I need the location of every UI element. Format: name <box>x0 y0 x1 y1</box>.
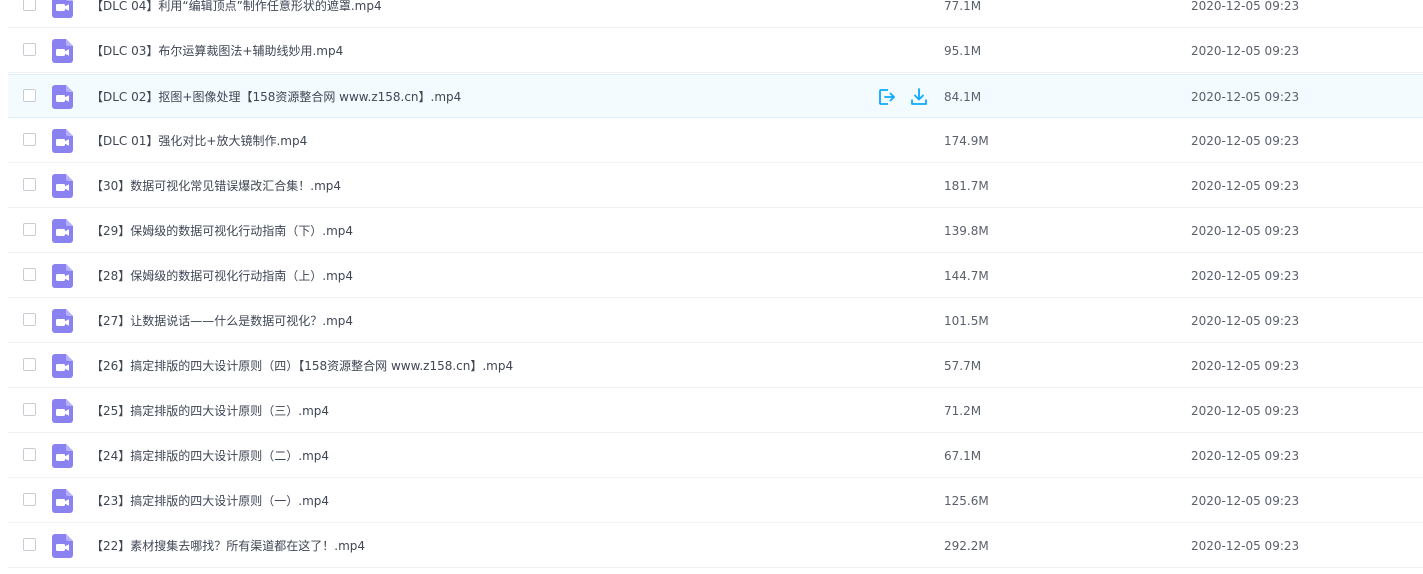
file-size: 95.1M <box>944 44 982 58</box>
video-file-icon <box>52 534 73 558</box>
file-row[interactable]: 【23】搞定排版的四大设计原则（一）.mp4 125.6M 2020-12-05 0… <box>8 479 1423 523</box>
row-checkbox[interactable] <box>23 223 36 236</box>
video-file-icon <box>52 354 73 378</box>
row-checkbox[interactable] <box>23 358 36 371</box>
file-modified-date: 2020-12-05 09:23 <box>1191 359 1300 373</box>
download-icon[interactable] <box>909 87 929 107</box>
file-row[interactable]: 【27】让数据说话——什么是数据可视化？.mp4 101.5M 2020-12-05… <box>8 299 1423 343</box>
file-row[interactable]: 【DLC 03】布尔运算裁图法+辅助线妙用.mp4 95.1M 2020-12-05… <box>8 29 1423 73</box>
file-name-link[interactable]: 【DLC 03】布尔运算裁图法+辅助线妙用.mp4 <box>91 29 343 73</box>
video-file-icon <box>52 85 73 109</box>
file-name-link[interactable]: 【30】数据可视化常见错误爆改汇合集！.mp4 <box>91 164 341 208</box>
file-name-link[interactable]: 【22】素材搜集去哪找？所有渠道都在这了！.mp4 <box>91 524 365 568</box>
file-size: 101.5M <box>944 314 989 328</box>
video-file-icon <box>52 309 73 333</box>
file-modified-date: 2020-12-05 09:23 <box>1191 44 1300 58</box>
file-modified-date: 2020-12-05 09:23 <box>1191 269 1300 283</box>
file-modified-date: 2020-12-05 09:23 <box>1191 539 1300 553</box>
file-name-link[interactable]: 【DLC 02】抠图+图像处理【158资源整合网 www.z158.cn】.mp… <box>91 75 461 119</box>
file-size: 125.6M <box>944 494 989 508</box>
row-checkbox[interactable] <box>23 538 36 551</box>
file-size: 84.1M <box>944 90 982 104</box>
file-name-link[interactable]: 【28】保姆级的数据可视化行动指南（上）.mp4 <box>91 254 353 298</box>
video-file-icon <box>52 444 73 468</box>
file-row[interactable]: 【DLC 04】利用“编辑顶点”制作任意形状的遮罩.mp4 77.1M 2020-1… <box>8 0 1423 28</box>
file-row[interactable]: 【30】数据可视化常见错误爆改汇合集！.mp4 181.7M 2020-12-05 … <box>8 164 1423 208</box>
file-name-link[interactable]: 【23】搞定排版的四大设计原则（一）.mp4 <box>91 479 329 523</box>
video-file-icon <box>52 264 73 288</box>
file-modified-date: 2020-12-05 09:23 <box>1191 0 1300 13</box>
video-file-icon <box>52 219 73 243</box>
file-modified-date: 2020-12-05 09:23 <box>1191 494 1300 508</box>
file-name-link[interactable]: 【DLC 04】利用“编辑顶点”制作任意形状的遮罩.mp4 <box>91 0 382 28</box>
video-file-icon <box>52 0 73 18</box>
file-modified-date: 2020-12-05 09:23 <box>1191 449 1300 463</box>
file-size: 181.7M <box>944 179 989 193</box>
file-name-link[interactable]: 【26】搞定排版的四大设计原则（四）【158资源整合网 www.z158.cn】… <box>91 344 513 388</box>
file-row[interactable]: 【28】保姆级的数据可视化行动指南（上）.mp4 144.7M 2020-12-05… <box>8 254 1423 298</box>
file-row[interactable]: 【29】保姆级的数据可视化行动指南（下）.mp4 139.8M 2020-12-05… <box>8 209 1423 253</box>
row-checkbox[interactable] <box>23 448 36 461</box>
video-file-icon <box>52 489 73 513</box>
file-name-link[interactable]: 【29】保姆级的数据可视化行动指南（下）.mp4 <box>91 209 353 253</box>
file-size: 174.9M <box>944 134 989 148</box>
file-name-link[interactable]: 【25】搞定排版的四大设计原则（三）.mp4 <box>91 389 329 433</box>
row-checkbox[interactable] <box>23 178 36 191</box>
file-name-link[interactable]: 【27】让数据说话——什么是数据可视化？.mp4 <box>91 299 353 343</box>
row-checkbox[interactable] <box>23 403 36 416</box>
file-size: 77.1M <box>944 0 982 13</box>
file-modified-date: 2020-12-05 09:23 <box>1191 134 1300 148</box>
row-checkbox[interactable] <box>23 493 36 506</box>
file-modified-date: 2020-12-05 09:23 <box>1191 314 1300 328</box>
file-size: 292.2M <box>944 539 989 553</box>
row-checkbox[interactable] <box>23 0 36 11</box>
file-row[interactable]: 【24】搞定排版的四大设计原则（二）.mp4 67.1M 2020-12-05 09… <box>8 434 1423 478</box>
row-checkbox[interactable] <box>23 268 36 281</box>
video-file-icon <box>52 174 73 198</box>
file-modified-date: 2020-12-05 09:23 <box>1191 404 1300 418</box>
file-name-link[interactable]: 【DLC 01】强化对比+放大镜制作.mp4 <box>91 119 307 163</box>
file-modified-date: 2020-12-05 09:23 <box>1191 90 1300 104</box>
file-modified-date: 2020-12-05 09:23 <box>1191 179 1300 193</box>
row-checkbox[interactable] <box>23 89 36 102</box>
file-size: 144.7M <box>944 269 989 283</box>
file-name-link[interactable]: 【24】搞定排版的四大设计原则（二）.mp4 <box>91 434 329 478</box>
file-row[interactable]: 【DLC 02】抠图+图像处理【158资源整合网 www.z158.cn】.mp… <box>8 74 1423 118</box>
row-checkbox[interactable] <box>23 313 36 326</box>
file-row[interactable]: 【25】搞定排版的四大设计原则（三）.mp4 71.2M 2020-12-05 09… <box>8 389 1423 433</box>
file-size: 57.7M <box>944 359 982 373</box>
row-checkbox[interactable] <box>23 43 36 56</box>
video-file-icon <box>52 39 73 63</box>
file-size: 139.8M <box>944 224 989 238</box>
file-row[interactable]: 【26】搞定排版的四大设计原则（四）【158资源整合网 www.z158.cn】… <box>8 344 1423 388</box>
file-modified-date: 2020-12-05 09:23 <box>1191 224 1300 238</box>
file-size: 67.1M <box>944 449 982 463</box>
row-checkbox[interactable] <box>23 133 36 146</box>
video-file-icon <box>52 129 73 153</box>
file-row[interactable]: 【22】素材搜集去哪找？所有渠道都在这了！.mp4 292.2M 2020-12-0… <box>8 524 1423 568</box>
file-row[interactable]: 【DLC 01】强化对比+放大镜制作.mp4 174.9M 2020-12-05 0… <box>8 119 1423 163</box>
file-size: 71.2M <box>944 404 982 418</box>
video-file-icon <box>52 399 73 423</box>
share-icon[interactable] <box>877 87 897 107</box>
